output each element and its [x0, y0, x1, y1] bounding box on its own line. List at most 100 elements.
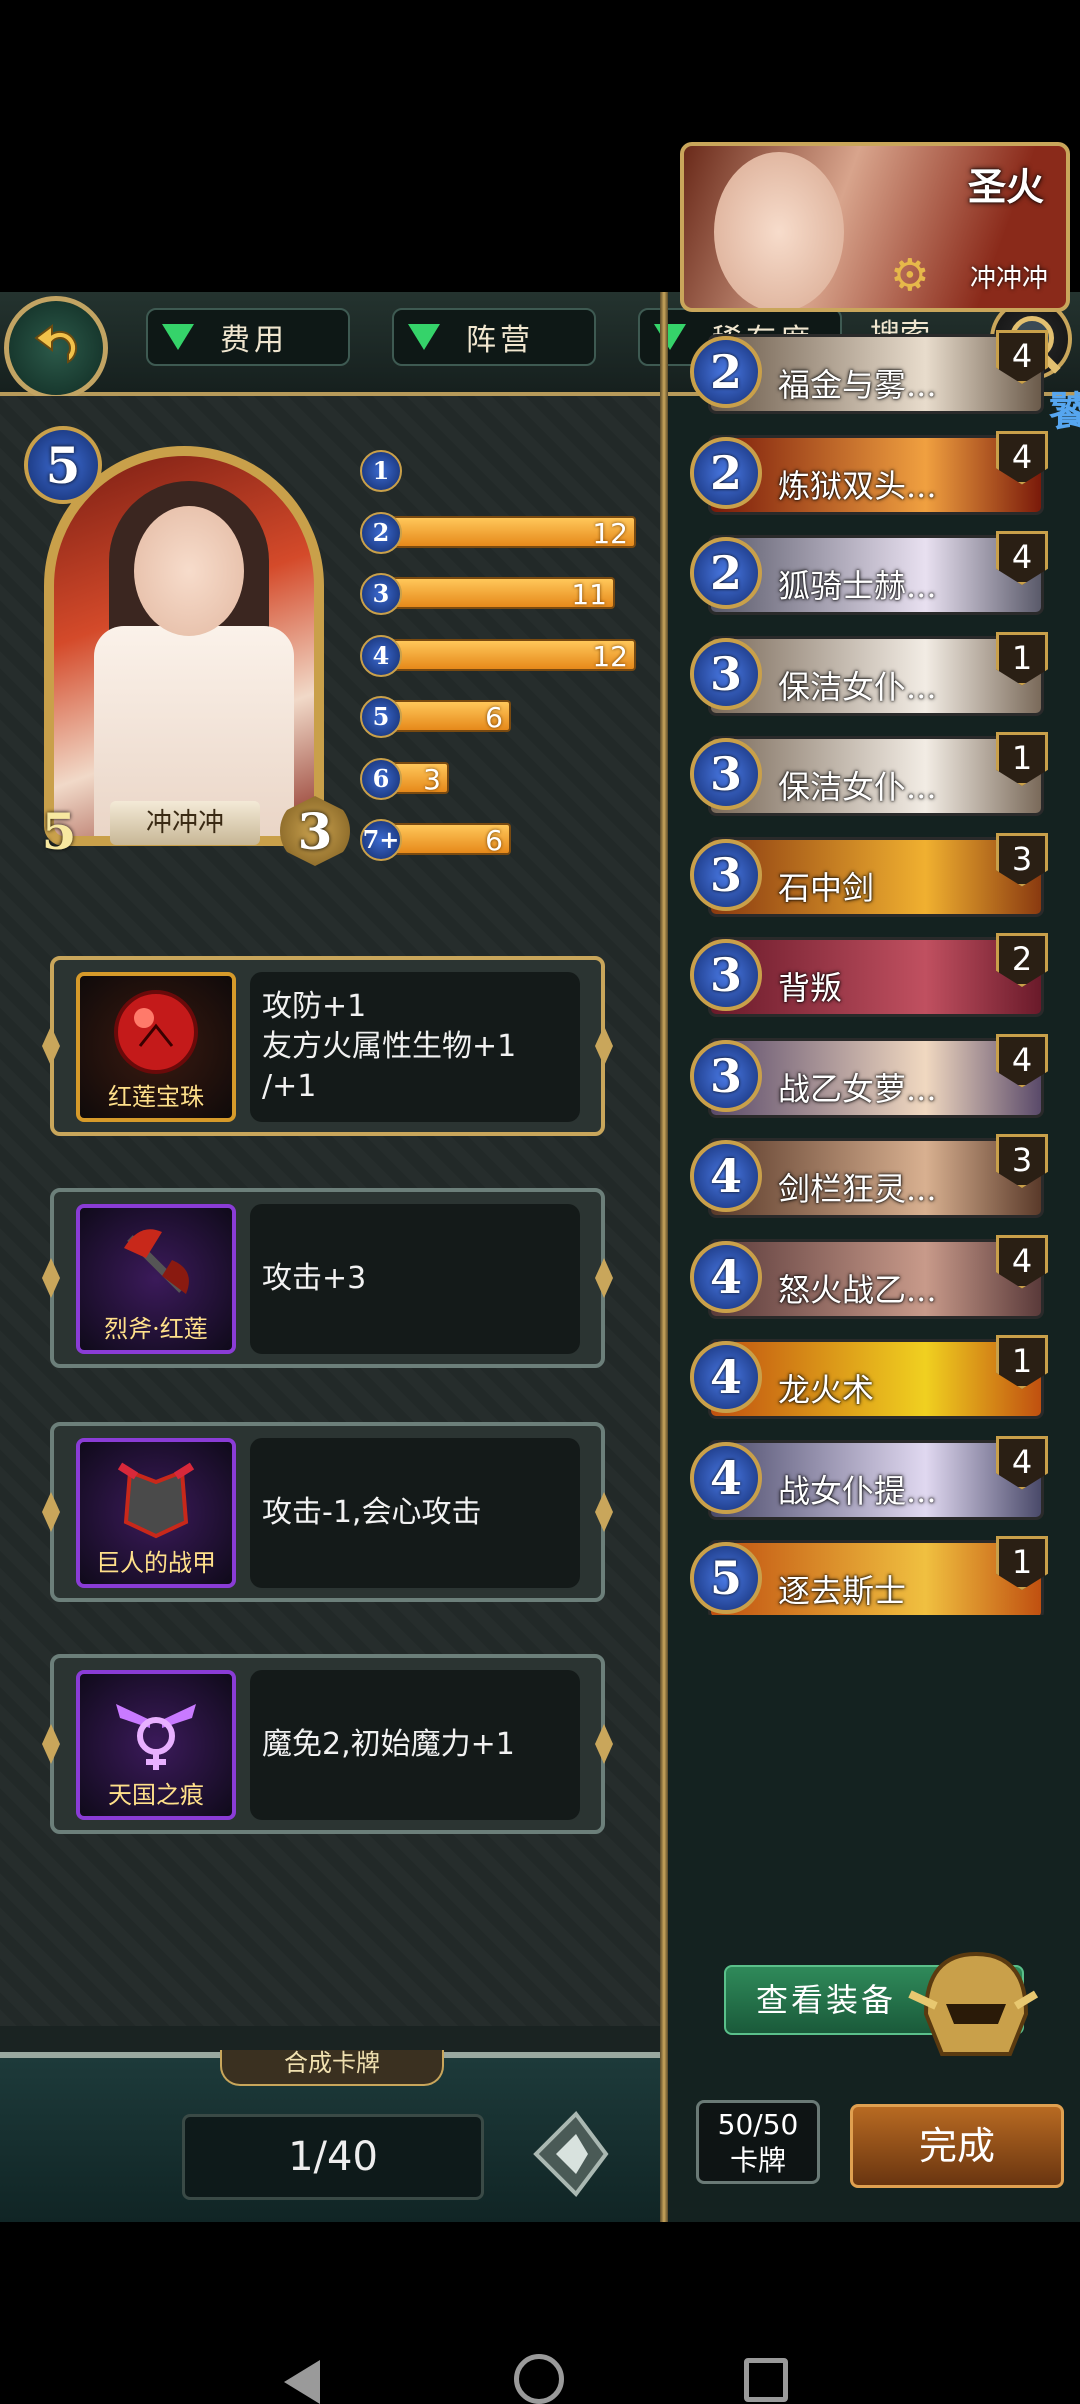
card-cost-gem: 3	[690, 1039, 762, 1112]
dropdown-triangle-icon	[162, 324, 194, 350]
dropdown-triangle-icon	[654, 324, 686, 350]
deck-card-row[interactable]: 5 逐去斯士 1	[690, 1536, 1060, 1615]
gear-icon[interactable]: ⚙	[890, 254, 929, 298]
card-name: 剑栏狂灵...	[778, 1170, 937, 1208]
card-cost-gem: 4	[690, 1140, 762, 1212]
back-button[interactable]	[4, 296, 108, 400]
curve-cost-gem: 4	[360, 634, 402, 677]
card-name: 战乙女萝...	[778, 1069, 937, 1108]
deck-card-row[interactable]: 2 狐骑士赫... 4	[690, 531, 1060, 619]
equipment-slot-4[interactable]: 天国之痕 魔免2,初始魔力+1	[42, 1654, 613, 1834]
hero-portrait	[44, 446, 324, 846]
equipment-slot-1[interactable]: 红莲宝珠 攻防+1 友方火属性生物+1 /+1	[42, 956, 613, 1136]
armor-icon: 巨人的战甲	[76, 1438, 236, 1588]
card-name: 背叛	[778, 969, 843, 1007]
deck-card-row[interactable]: 3 石中剑 3	[690, 832, 1060, 921]
card-name: 怒火战乙...	[778, 1270, 937, 1309]
card-cost-gem: 3	[690, 939, 762, 1011]
frame-ornament	[595, 1492, 613, 1532]
equipment-desc: 攻击+3	[250, 1204, 580, 1354]
curve-bar: 12	[386, 515, 636, 549]
deck-card-row[interactable]: 3 背叛 2	[690, 933, 1060, 1021]
curve-cost-gem: 3	[360, 573, 402, 615]
nav-recents-icon[interactable]	[744, 2358, 788, 2402]
mana-curve-row: 63	[360, 750, 640, 812]
deck-card-row[interactable]: 3 保洁女仆... 1	[690, 732, 1060, 820]
equipment-desc: 魔免2,初始魔力+1	[250, 1670, 580, 1820]
frame-ornament	[42, 1026, 60, 1066]
card-count: 50/50 卡牌	[696, 2100, 820, 2184]
deck-card-row[interactable]: 4 怒火战乙... 4	[690, 1234, 1060, 1323]
card-cost-gem: 3	[690, 637, 762, 710]
frame-ornament	[595, 1026, 613, 1066]
equipment-desc: 攻击-1,会心攻击	[250, 1438, 580, 1588]
equipment-name: 红莲宝珠	[108, 1083, 204, 1111]
card-cost-gem: 5	[690, 1542, 762, 1614]
nav-home-icon[interactable]	[514, 2354, 564, 2404]
curve-cost-gem: 5	[360, 696, 402, 738]
card-cost-gem: 2	[690, 436, 762, 509]
card-name: 石中剑	[778, 868, 875, 907]
back-arrow-icon	[34, 324, 78, 364]
mana-curve-row: 3 11	[360, 565, 640, 627]
nav-back-icon[interactable]	[284, 2360, 320, 2404]
equipment-name: 烈斧·红莲	[104, 1315, 208, 1343]
equipment-name: 巨人的战甲	[96, 1549, 216, 1577]
card-cost-gem: 4	[690, 1341, 762, 1413]
deck-card-row[interactable]: 3 战乙女萝... 4	[690, 1033, 1060, 1122]
equipment-slot-3[interactable]: 巨人的战甲 攻击-1,会心攻击	[42, 1422, 613, 1602]
mana-curve: 1 2 12 3 11 4 12 5 6 6 3 7+ 6	[360, 442, 640, 873]
card-name: 战女仆提...	[778, 1471, 937, 1510]
done-button[interactable]: 完成	[850, 2104, 1064, 2188]
helmet-icon	[908, 1951, 1039, 2056]
card-cost-gem: 3	[690, 838, 762, 911]
hero-attack: 5	[41, 801, 77, 861]
next-page-arrow-icon[interactable]	[526, 2104, 616, 2204]
mana-curve-row: 4 12	[360, 627, 640, 689]
deck-card-row[interactable]: 4 战女仆提... 4	[690, 1435, 1060, 1524]
frame-ornament	[42, 1258, 60, 1298]
red-orb-icon: 红莲宝珠	[76, 972, 236, 1122]
equipment-slot-2[interactable]: 烈斧·红莲 攻击+3	[42, 1188, 613, 1368]
mana-curve-row: 56	[360, 688, 640, 750]
dropdown-triangle-icon	[408, 324, 440, 350]
curve-bar: 6	[386, 823, 511, 857]
mana-curve-row: 2 12	[360, 504, 640, 566]
deck-card-row[interactable]: 3 保洁女仆... 1	[690, 631, 1060, 720]
deck-card-row[interactable]: 2 炼狱双头... 4	[690, 430, 1060, 519]
card-name: 狐骑士赫...	[778, 567, 937, 605]
card-count-label: 卡牌	[729, 2144, 786, 2177]
deck-hero-banner[interactable]: 圣火 ⚙ 冲冲冲	[680, 142, 1070, 312]
filter-faction[interactable]: 阵营	[392, 308, 596, 366]
hero-card[interactable]: 5 5 3 冲冲冲	[20, 426, 350, 876]
hero-name: 冲冲冲	[110, 801, 260, 845]
card-name: 保洁女仆...	[778, 667, 937, 706]
filter-cost-label: 费用	[220, 323, 288, 358]
hero-cost-gem: 5	[24, 426, 102, 504]
mana-curve-row: 1	[360, 442, 640, 504]
deck-card-row[interactable]: 2 福金与雾... 4	[690, 330, 1060, 418]
synth-cards-tab[interactable]: 合成卡牌	[220, 2050, 444, 2086]
frame-ornament	[42, 1724, 60, 1764]
card-cost-gem: 3	[690, 738, 762, 810]
frame-ornament	[42, 1492, 60, 1532]
deck-title: 圣火	[967, 164, 1044, 209]
frame-ornament	[595, 1258, 613, 1298]
card-name: 保洁女仆...	[778, 768, 937, 806]
deck-card-row[interactable]: 4 剑栏狂灵... 3	[690, 1134, 1060, 1222]
mana-curve-row: 7+ 6	[360, 811, 640, 873]
card-name: 龙火术	[778, 1371, 875, 1409]
curve-bar: 12	[386, 638, 636, 672]
card-cost-gem: 4	[690, 1441, 762, 1514]
curve-bar: 11	[386, 577, 615, 611]
panel-divider	[660, 292, 668, 2222]
equipment-name: 天国之痕	[108, 1781, 204, 1809]
hero-detail-panel: 5 5 3 冲冲冲 1 2 12 3 11 4 12 5 6 6 3 7+ 6 红莲宝珠 攻防+1 友方…	[0, 396, 660, 2026]
deck-card-list[interactable]: 2 福金与雾... 4 2 炼狱双头... 4 2 狐骑士赫... 4 3 保洁女仆... 1 3 保洁女…	[690, 330, 1060, 1615]
deck-card-row[interactable]: 4 龙火术 1	[690, 1335, 1060, 1423]
card-cost-gem: 4	[690, 1240, 762, 1313]
filter-cost[interactable]: 费用	[146, 308, 350, 366]
system-nav-bar	[0, 2330, 1080, 2404]
card-cost-gem: 2	[690, 537, 762, 609]
filter-faction-label: 阵营	[466, 323, 534, 358]
